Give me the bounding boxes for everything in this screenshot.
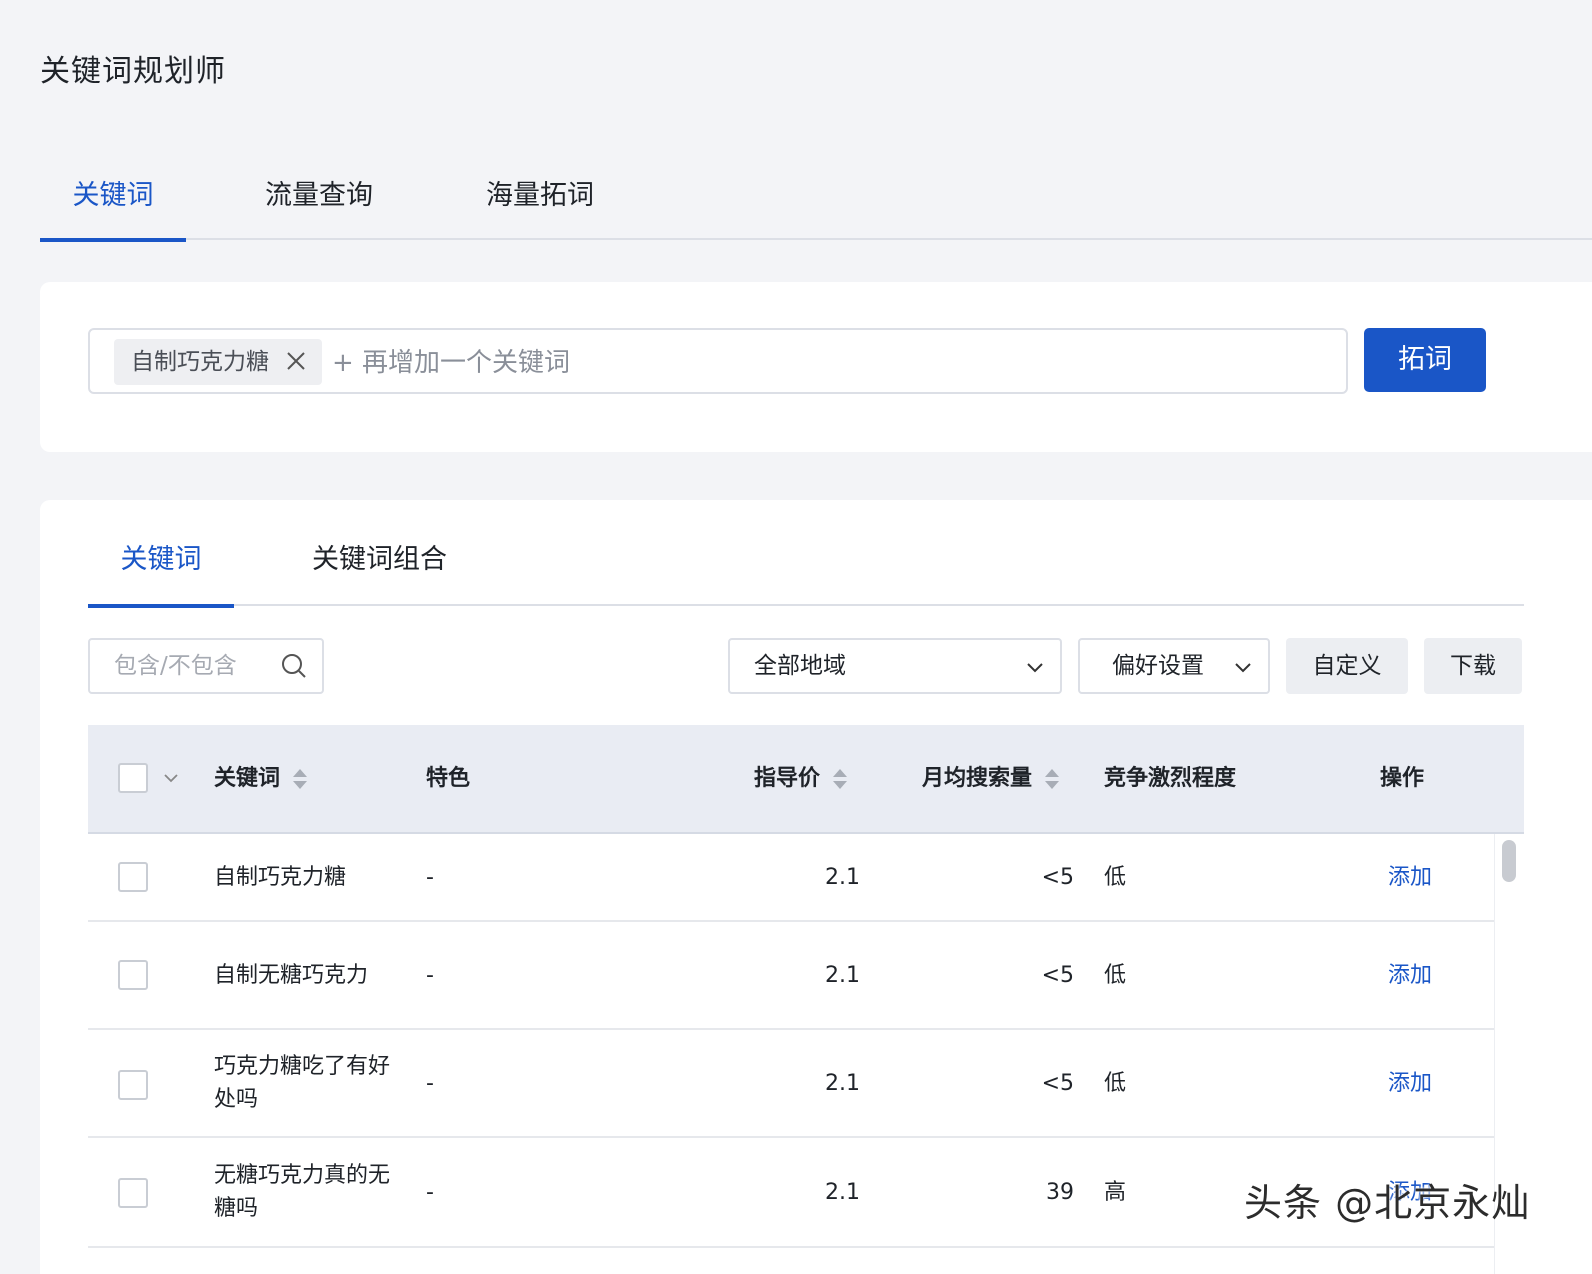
row-checkbox[interactable]	[118, 960, 148, 990]
cell-price: 2.1	[825, 864, 860, 890]
table-row: 自制巧克力糖 - 2.1 <5 低 添加	[88, 834, 1494, 922]
add-keyword-link[interactable]: 添加	[1388, 1030, 1432, 1136]
search-icon[interactable]	[280, 652, 308, 680]
preference-select[interactable]: 偏好设置	[1078, 638, 1270, 694]
tab-traffic-query[interactable]: 流量查询	[265, 168, 373, 240]
top-tab-bar: 关键词 流量查询 海量拓词	[40, 168, 1592, 242]
sort-icon[interactable]	[292, 767, 308, 791]
table-row: 巧克力糖吃了有好处吗 - 2.1 <5 低 添加	[88, 1030, 1494, 1138]
cell-feature: -	[426, 864, 434, 890]
download-button[interactable]: 下载	[1424, 638, 1522, 694]
cell-competition: 低	[1104, 962, 1127, 988]
cell-monthly-search: <5	[1041, 962, 1074, 988]
col-price[interactable]: 指导价	[754, 725, 848, 832]
row-checkbox[interactable]	[118, 1178, 148, 1208]
col-monthly-search-label: 月均搜索量	[922, 766, 1033, 791]
cell-competition: 低	[1104, 1070, 1127, 1096]
table-header: 关键词 特色 指导价 月均搜索量 竞争激烈程度 操作	[88, 725, 1524, 834]
preference-select-value: 偏好设置	[1112, 653, 1204, 679]
col-competition: 竞争激烈程度	[1104, 766, 1237, 791]
sub-tab-bar: 关键词 关键词组合	[88, 524, 1524, 608]
col-feature: 特色	[426, 766, 471, 791]
cell-keyword: 自制无糖巧克力	[214, 962, 369, 988]
cell-feature: -	[426, 1070, 434, 1096]
region-select-value: 全部地域	[754, 653, 846, 679]
col-monthly-search[interactable]: 月均搜索量	[922, 725, 1060, 832]
add-keyword-placeholder[interactable]: + 再增加一个关键词	[332, 330, 570, 392]
table-row: 自制无糖巧克力 - 2.1 <5 低 添加	[88, 922, 1494, 1030]
sort-icon[interactable]	[1044, 767, 1060, 791]
expand-keywords-button[interactable]: 拓词	[1364, 328, 1486, 392]
keyword-input[interactable]: 自制巧克力糖 + 再增加一个关键词	[88, 328, 1348, 394]
cell-monthly-search: <5	[1041, 864, 1074, 890]
cell-monthly-search: 39	[1046, 1179, 1074, 1205]
cell-feature: -	[426, 1179, 434, 1205]
select-all-checkbox[interactable]	[118, 763, 148, 793]
tab-keyword[interactable]: 关键词	[40, 168, 186, 242]
keyword-tag: 自制巧克力糖	[114, 339, 322, 385]
cell-monthly-search: <5	[1041, 1070, 1074, 1096]
customize-button[interactable]: 自定义	[1286, 638, 1408, 694]
include-filter-input[interactable]: 包含/不包含	[88, 638, 324, 694]
col-keyword[interactable]: 关键词	[214, 725, 308, 832]
chevron-down-icon	[1027, 663, 1043, 673]
keyword-search-card: 自制巧克力糖 + 再增加一个关键词 拓词	[40, 282, 1592, 452]
include-filter-placeholder: 包含/不包含	[114, 653, 237, 679]
cell-keyword: 无糖巧克力真的无糖吗	[214, 1163, 391, 1221]
col-action: 操作	[1380, 766, 1425, 791]
cell-competition: 高	[1104, 1179, 1127, 1205]
row-checkbox[interactable]	[118, 862, 148, 892]
col-keyword-label: 关键词	[214, 766, 281, 791]
keyword-tag-label: 自制巧克力糖	[131, 349, 269, 375]
chevron-down-icon	[1235, 663, 1251, 673]
region-select[interactable]: 全部地域	[728, 638, 1062, 694]
cell-keyword: 巧克力糖吃了有好处吗	[214, 1054, 391, 1112]
close-icon[interactable]	[284, 349, 308, 373]
cell-price: 2.1	[825, 1179, 860, 1205]
cell-feature: -	[426, 962, 434, 988]
results-card: 关键词 关键词组合 包含/不包含 全部地域 偏好设置 自定义 下载 关键词 特色	[40, 500, 1592, 1274]
col-price-label: 指导价	[754, 766, 821, 791]
subtab-keyword[interactable]: 关键词	[88, 524, 234, 608]
cell-competition: 低	[1104, 864, 1127, 890]
cell-price: 2.1	[825, 1070, 860, 1096]
watermark: 头条 @北京永灿	[1244, 1181, 1531, 1225]
add-keyword-link[interactable]: 添加	[1388, 834, 1432, 920]
add-keyword-link[interactable]: 添加	[1388, 922, 1432, 1028]
subtab-keyword-combination[interactable]: 关键词组合	[312, 524, 447, 606]
tab-mass-expand[interactable]: 海量拓词	[486, 168, 594, 240]
cell-keyword: 自制巧克力糖	[214, 864, 347, 890]
cell-price: 2.1	[825, 962, 860, 988]
chevron-down-icon[interactable]	[162, 769, 180, 787]
page-title: 关键词规划师	[40, 54, 226, 89]
row-checkbox[interactable]	[118, 1070, 148, 1100]
sort-icon[interactable]	[832, 767, 848, 791]
scrollbar-thumb[interactable]	[1502, 840, 1516, 882]
